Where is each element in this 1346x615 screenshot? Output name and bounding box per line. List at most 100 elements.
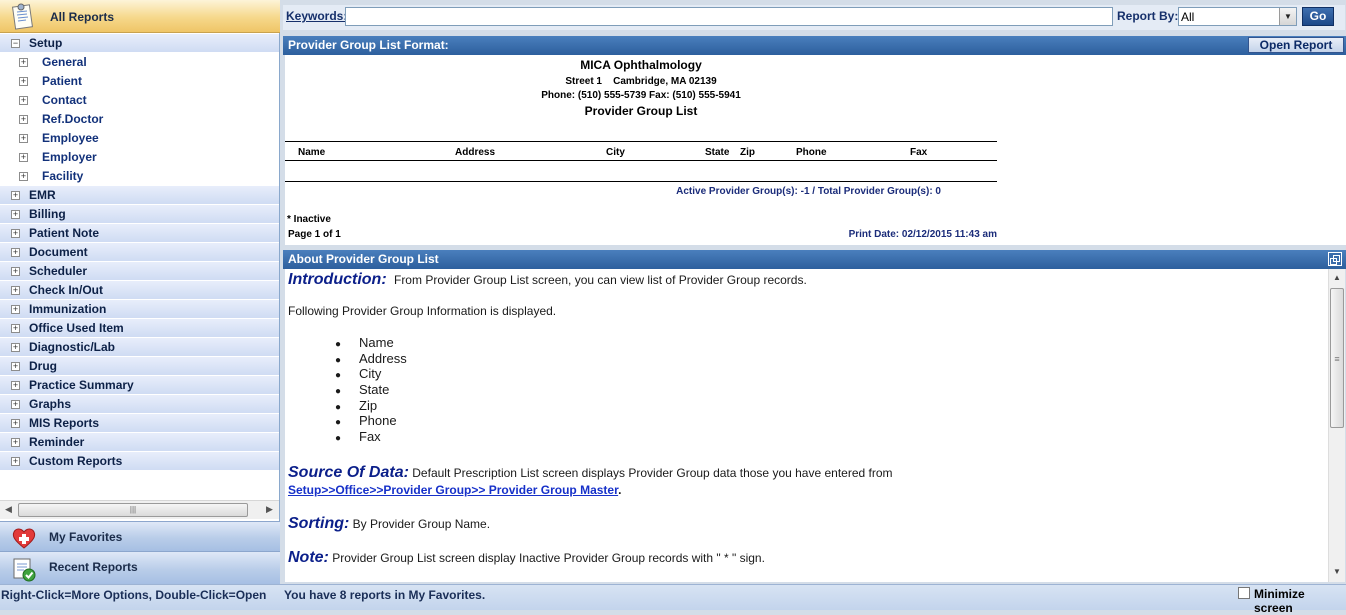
- report-inactive-note: * Inactive: [287, 214, 331, 225]
- expand-icon[interactable]: +: [11, 267, 20, 276]
- report-rule: [285, 160, 997, 161]
- list-item: ● State: [335, 382, 390, 398]
- expand-icon[interactable]: +: [11, 400, 20, 409]
- list-item: ● Fax: [335, 429, 381, 445]
- expand-icon[interactable]: +: [19, 58, 28, 67]
- tree-node-custom-reports[interactable]: + Custom Reports: [0, 452, 279, 471]
- expand-icon[interactable]: +: [11, 381, 20, 390]
- note-paragraph: Note: Provider Group List screen display…: [288, 549, 765, 567]
- report-tree: − Setup + General + Patient + Contact + Ref.…: [0, 34, 279, 471]
- note-heading: Note:: [288, 549, 329, 566]
- scroll-right-icon[interactable]: ▶: [266, 504, 273, 515]
- heart-plus-icon: [11, 526, 37, 553]
- list-item: ● City: [335, 366, 382, 382]
- tree-node-facility[interactable]: + Facility: [0, 167, 279, 186]
- expand-icon[interactable]: +: [11, 362, 20, 371]
- tree-node-ref-doctor[interactable]: + Ref.Doctor: [0, 110, 279, 129]
- about-content: Introduction: From Provider Group List s…: [285, 269, 1328, 582]
- format-panel-header: Provider Group List Format: Open Report: [283, 36, 1346, 55]
- all-reports-label: All Reports: [50, 10, 115, 24]
- tree-node-office-used-item[interactable]: + Office Used Item: [0, 319, 279, 338]
- about-panel-header: About Provider Group List: [283, 250, 1346, 269]
- field-list: ● Name ● Address ● City ● State ● Zip ● Phone …: [335, 335, 407, 445]
- source-paragraph: Source Of Data: Default Prescription Lis…: [288, 464, 893, 482]
- about-vertical-scrollbar[interactable]: ▲ ≡ ▼: [1328, 269, 1345, 582]
- all-reports-header[interactable]: All Reports: [0, 0, 280, 33]
- tree-node-contact[interactable]: + Contact: [0, 91, 279, 110]
- column-header-address: Address: [455, 147, 496, 158]
- scrollbar-thumb[interactable]: |||: [18, 503, 248, 517]
- expand-icon[interactable]: +: [19, 134, 28, 143]
- expand-icon[interactable]: +: [11, 229, 20, 238]
- expand-icon[interactable]: +: [11, 419, 20, 428]
- report-by-select[interactable]: All ▼: [1178, 7, 1297, 26]
- sorting-paragraph: Sorting: By Provider Group Name.: [288, 515, 490, 533]
- report-print-date: Print Date: 02/12/2015 11:43 am: [848, 229, 997, 240]
- scroll-left-icon[interactable]: ◀: [5, 504, 12, 515]
- tree-node-practice-summary[interactable]: + Practice Summary: [0, 376, 279, 395]
- expand-icon[interactable]: +: [11, 324, 20, 333]
- tree-node-reminder[interactable]: + Reminder: [0, 433, 279, 452]
- expand-icon[interactable]: +: [11, 191, 20, 200]
- intro-text: From Provider Group List screen, you can…: [393, 273, 807, 287]
- expand-icon[interactable]: +: [11, 457, 20, 466]
- recent-reports-button[interactable]: Recent Reports: [0, 551, 280, 584]
- expand-icon[interactable]: +: [11, 286, 20, 295]
- expand-icon[interactable]: +: [11, 210, 20, 219]
- restore-window-icon[interactable]: [1328, 252, 1342, 266]
- open-report-button[interactable]: Open Report: [1248, 37, 1344, 53]
- following-text: Following Provider Group Information is …: [288, 304, 557, 318]
- expand-icon[interactable]: +: [11, 438, 20, 447]
- collapse-icon[interactable]: −: [11, 39, 20, 48]
- scroll-up-icon[interactable]: ▲: [1333, 273, 1341, 282]
- scrollbar-thumb[interactable]: ≡: [1330, 288, 1344, 428]
- expand-icon[interactable]: +: [11, 248, 20, 257]
- tree-node-label: Setup: [29, 36, 63, 50]
- tree-node-immunization[interactable]: + Immunization: [0, 300, 279, 319]
- tree-node-document[interactable]: + Document: [0, 243, 279, 262]
- tree-node-mis-reports[interactable]: + MIS Reports: [0, 414, 279, 433]
- tree-node-diagnostic-lab[interactable]: + Diagnostic/Lab: [0, 338, 279, 357]
- tree-node-general[interactable]: + General: [0, 53, 279, 72]
- favorites-status: You have 8 reports in My Favorites.: [284, 588, 486, 602]
- tree-node-employer[interactable]: + Employer: [0, 148, 279, 167]
- dropdown-arrow-icon[interactable]: ▼: [1279, 8, 1296, 25]
- list-item: ● Name: [335, 335, 394, 350]
- expand-icon[interactable]: +: [19, 96, 28, 105]
- report-by-value: All: [1181, 10, 1195, 24]
- tree-node-emr[interactable]: + EMR: [0, 186, 279, 205]
- tree-node-drug[interactable]: + Drug: [0, 357, 279, 376]
- column-header-zip: Zip: [740, 147, 755, 158]
- expand-icon[interactable]: +: [11, 343, 20, 352]
- column-header-fax: Fax: [910, 147, 928, 158]
- status-bar: Right-Click=More Options, Double-Click=O…: [0, 584, 1346, 615]
- note-text: Provider Group List screen display Inact…: [332, 551, 765, 565]
- tree-node-setup[interactable]: − Setup: [0, 34, 279, 53]
- tree-node-check-in-out[interactable]: + Check In/Out: [0, 281, 279, 300]
- column-header-phone: Phone: [796, 147, 827, 158]
- source-text: Default Prescription List screen display…: [412, 466, 893, 480]
- keywords-input[interactable]: [345, 7, 1113, 26]
- tree-node-employee[interactable]: + Employee: [0, 129, 279, 148]
- expand-icon[interactable]: +: [19, 153, 28, 162]
- tree-node-scheduler[interactable]: + Scheduler: [0, 262, 279, 281]
- tree-node-patient[interactable]: + Patient: [0, 72, 279, 91]
- column-header-state: State: [705, 147, 730, 158]
- provider-group-master-link[interactable]: Setup>>Office>>Provider Group>> Provider…: [288, 483, 618, 497]
- list-item: ● Phone: [335, 413, 397, 429]
- tree-horizontal-scrollbar[interactable]: ◀ ||| ▶: [0, 500, 279, 519]
- list-item: ● Zip: [335, 397, 378, 413]
- expand-icon[interactable]: +: [19, 77, 28, 86]
- tree-node-graphs[interactable]: + Graphs: [0, 395, 279, 414]
- scroll-down-icon[interactable]: ▼: [1333, 567, 1341, 576]
- my-favorites-button[interactable]: My Favorites: [0, 521, 280, 551]
- go-button[interactable]: Go: [1302, 7, 1334, 26]
- expand-icon[interactable]: +: [19, 115, 28, 124]
- tree-node-patient-note[interactable]: + Patient Note: [0, 224, 279, 243]
- expand-icon[interactable]: +: [19, 172, 28, 181]
- minimize-screen-checkbox[interactable]: [1238, 587, 1250, 599]
- intro-heading: Introduction:: [288, 271, 387, 288]
- expand-icon[interactable]: +: [11, 305, 20, 314]
- report-summary: Active Provider Group(s): -1 / Total Pro…: [676, 186, 941, 197]
- tree-node-billing[interactable]: + Billing: [0, 205, 279, 224]
